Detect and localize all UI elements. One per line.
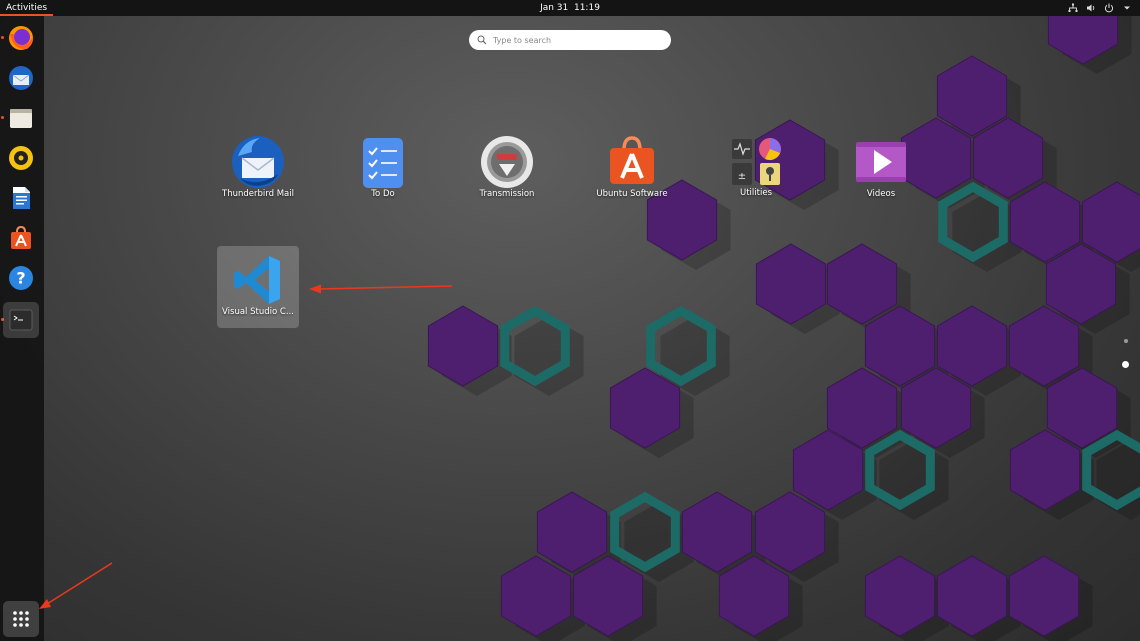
dock-terminal[interactable] bbox=[3, 302, 39, 338]
svg-text:?: ? bbox=[16, 269, 25, 288]
app-thunderbird-mail[interactable]: Thunderbird Mail bbox=[217, 128, 299, 210]
ubuntu-software-icon bbox=[610, 136, 654, 184]
dock-libreoffice-writer[interactable] bbox=[4, 181, 38, 215]
network-icon[interactable] bbox=[1068, 3, 1078, 13]
app-label: Thunderbird Mail bbox=[222, 189, 294, 199]
app-videos[interactable]: Videos bbox=[840, 128, 922, 210]
app-to-do[interactable]: To Do bbox=[342, 128, 424, 210]
app-utilities-folder[interactable]: ± Utilities bbox=[715, 127, 797, 209]
transmission-icon bbox=[481, 136, 533, 188]
help-icon: ? bbox=[9, 266, 33, 290]
firefox-icon bbox=[9, 26, 34, 50]
wallpaper bbox=[427, 16, 1140, 641]
thunderbird-icon bbox=[9, 66, 33, 90]
dock: ? bbox=[0, 16, 44, 641]
app-label: Visual Studio C... bbox=[222, 307, 294, 317]
volume-icon[interactable] bbox=[1086, 3, 1096, 13]
thunderbird-icon bbox=[232, 136, 284, 188]
app-label: Ubuntu Software bbox=[596, 189, 668, 199]
ubuntu-software-icon bbox=[11, 225, 31, 249]
clock-time[interactable]: 11:19 bbox=[574, 3, 600, 13]
activities-button[interactable]: Activities bbox=[0, 0, 54, 16]
search-icon bbox=[477, 35, 487, 45]
app-ubuntu-software[interactable]: Ubuntu Software bbox=[591, 128, 673, 210]
clock-date[interactable]: Jan 31 bbox=[540, 3, 568, 13]
videos-icon bbox=[856, 142, 906, 182]
terminal-icon bbox=[9, 309, 33, 331]
dock-ubuntu-software[interactable] bbox=[4, 221, 38, 255]
hexagon-shadow bbox=[514, 316, 584, 396]
page-indicator-1[interactable] bbox=[1124, 339, 1128, 343]
dock-firefox[interactable] bbox=[4, 21, 38, 55]
dock-help[interactable]: ? bbox=[4, 261, 38, 295]
rhythmbox-icon bbox=[9, 146, 33, 170]
app-label: To Do bbox=[371, 189, 395, 199]
page-indicator-2[interactable] bbox=[1122, 361, 1129, 368]
todo-icon bbox=[363, 138, 403, 188]
clock: Jan 31 11:19 bbox=[0, 0, 1140, 16]
system-tray[interactable] bbox=[1068, 0, 1132, 16]
show-applications-button[interactable] bbox=[3, 601, 39, 637]
utilities-folder-icon: ± bbox=[732, 138, 781, 185]
show-applications-icon bbox=[13, 611, 29, 627]
app-visual-studio-code[interactable]: Visual Studio C... bbox=[217, 246, 299, 328]
hexagon-shadow bbox=[879, 440, 949, 520]
vscode-icon bbox=[234, 256, 280, 304]
app-label: Utilities bbox=[740, 188, 772, 198]
power-icon[interactable] bbox=[1104, 3, 1114, 13]
svg-text:±: ± bbox=[738, 171, 746, 182]
chevron-down-icon[interactable] bbox=[1122, 3, 1132, 13]
dock-thunderbird[interactable] bbox=[4, 61, 38, 95]
app-label: Transmission bbox=[479, 189, 535, 199]
dock-rhythmbox[interactable] bbox=[4, 141, 38, 175]
libreoffice-writer-icon bbox=[13, 187, 30, 209]
top-bar: Activities Jan 31 11:19 bbox=[0, 0, 1140, 16]
app-label: Videos bbox=[866, 189, 896, 199]
app-transmission[interactable]: Transmission bbox=[466, 128, 548, 210]
files-icon bbox=[10, 109, 32, 128]
search-input[interactable] bbox=[493, 35, 663, 45]
dock-files[interactable] bbox=[4, 101, 38, 135]
search-box[interactable] bbox=[469, 30, 671, 50]
